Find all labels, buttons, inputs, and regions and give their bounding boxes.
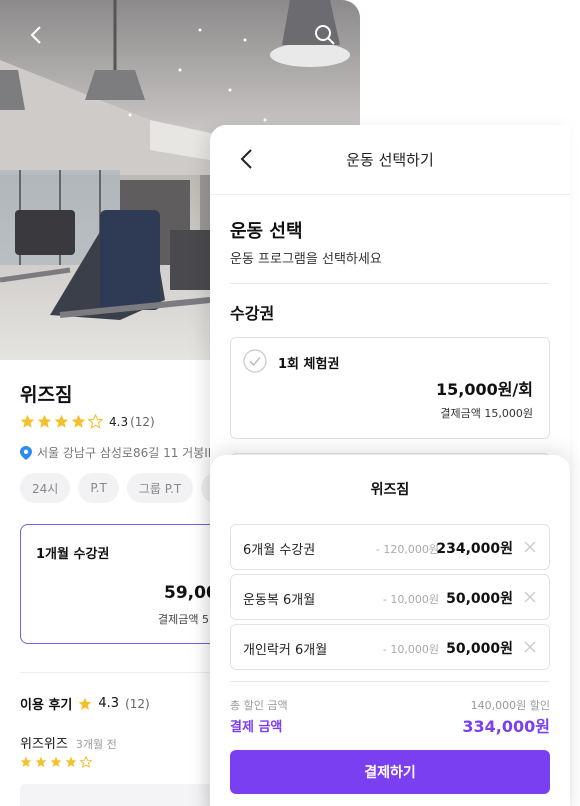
pay-amount-value: 334,000원 (462, 717, 550, 736)
star-icon (35, 756, 47, 768)
rating-value: 4.3 (109, 414, 129, 429)
total-discount-value: 140,000원 할인 (470, 699, 550, 712)
total-discount-label: 총 할인 금액 (230, 699, 288, 712)
star-icon (79, 697, 92, 710)
star-outline-icon (88, 414, 103, 429)
item-name: 운동복 6개월 (243, 593, 316, 608)
location-pin-icon (20, 445, 32, 460)
back-icon (30, 26, 41, 44)
star-icon (50, 756, 62, 768)
item-price: 234,000원 (436, 541, 513, 557)
reviews-title: 이용 후기 (20, 698, 73, 713)
reviews-rating: 4.3 (98, 696, 120, 711)
tag-chip[interactable]: 그룹 P.T (126, 473, 194, 503)
divider (230, 283, 550, 284)
pass-name: 1회 체험권 (278, 357, 340, 372)
item-price: 50,000원 (446, 591, 513, 607)
search-button[interactable] (308, 18, 342, 52)
order-item: 6개월 수강권 - 120,000원 234,000원 (230, 524, 550, 570)
gym-address: 서울 강남구 삼성로86길 11 거봉IN (20, 444, 217, 461)
review-author: 위즈위즈 (20, 737, 68, 752)
package-payment: 결제금액 5 (158, 613, 209, 626)
reviews-header[interactable]: 이용 후기 4.3 (12) (20, 694, 150, 713)
section-description: 운동 프로그램을 선택하세요 (230, 252, 382, 267)
gym-name: 위즈짐 (20, 384, 73, 406)
review-date: 3개월 전 (75, 738, 117, 751)
back-button[interactable] (20, 18, 54, 52)
order-bottom-sheet: 위즈짐 6개월 수강권 - 120,000원 234,000원 운동복 6개월 … (210, 455, 570, 806)
package-title: 1개월 수강권 (36, 547, 110, 562)
page-title: 운동 선택하기 (346, 151, 434, 169)
star-icon (20, 756, 32, 768)
item-discount: - 10,000원 (382, 593, 439, 606)
pass-payment: 결제금액 15,000원 (440, 407, 533, 420)
reviews-count: (12) (125, 696, 150, 711)
star-icon (37, 414, 52, 428)
star-icon (65, 756, 77, 768)
check-circle-icon[interactable] (243, 349, 267, 373)
order-item: 개인락커 6개월 - 10,000원 50,000원 (230, 624, 550, 670)
close-icon[interactable] (523, 640, 537, 654)
gym-rating: 4.3 (12) (20, 414, 155, 429)
tag-chip[interactable]: 24시 (20, 473, 71, 503)
star-icon (20, 414, 35, 428)
tag-chip[interactable]: P.T (78, 473, 119, 503)
divider (230, 681, 550, 682)
pass-option-card[interactable]: 1회 체험권 15,000원/회 결제금액 15,000원 (230, 337, 550, 439)
search-icon (315, 25, 335, 45)
rating-count: (12) (130, 414, 155, 429)
order-item: 운동복 6개월 - 10,000원 50,000원 (230, 574, 550, 620)
item-name: 개인락커 6개월 (243, 643, 328, 658)
item-price: 50,000원 (446, 641, 513, 657)
item-name: 6개월 수강권 (243, 543, 316, 558)
review-stars (20, 756, 92, 768)
pay-amount-label: 결제 금액 (230, 720, 283, 735)
close-icon[interactable] (523, 540, 537, 554)
review-author-row: 위즈위즈 3개월 전 (20, 733, 117, 752)
sheet-title: 위즈짐 (370, 482, 410, 498)
select-header: 운동 선택하기 (210, 125, 570, 195)
address-text: 서울 강남구 삼성로86길 11 거봉IN (37, 446, 217, 460)
pay-button[interactable]: 결제하기 (230, 750, 550, 794)
section-title: 운동 선택 (230, 221, 303, 242)
gym-tags: 24시 P.T 그룹 P.T 골 (20, 473, 237, 503)
star-icon (71, 414, 86, 428)
item-discount: - 120,000원 (375, 543, 439, 556)
item-discount: - 10,000원 (382, 643, 439, 656)
star-icon (54, 414, 69, 428)
star-outline-icon (80, 756, 92, 768)
pass-price: 15,000원/회 (435, 380, 533, 399)
pass-section-title: 수강권 (230, 304, 275, 323)
close-icon[interactable] (523, 590, 537, 604)
